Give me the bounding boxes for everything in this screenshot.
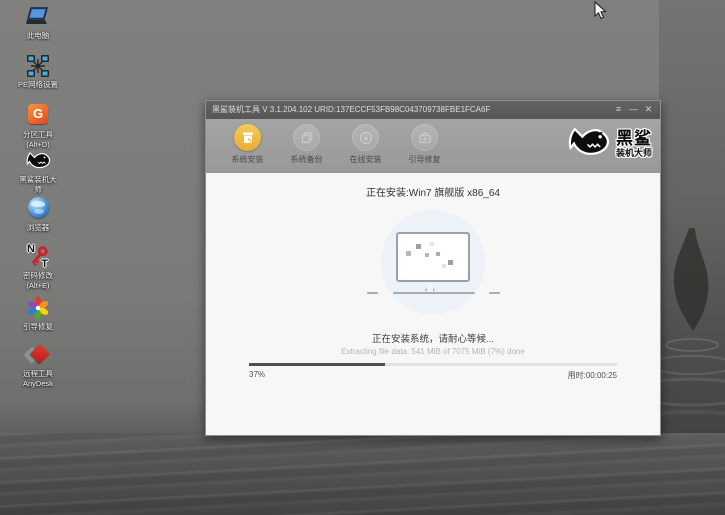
toolbar-button-system-backup[interactable]: 系统备份	[277, 124, 336, 165]
mouse-cursor	[594, 1, 607, 26]
browser-globe-icon	[26, 197, 50, 221]
icon-label: 分区工具	[4, 130, 72, 140]
toolbar-button-online-install[interactable]: 在线安装	[336, 124, 395, 165]
logo-subtitle: 装机大师	[616, 148, 652, 159]
shark-logo-icon	[568, 122, 612, 165]
elapsed-time: 用时:00:00:25	[568, 370, 617, 381]
logo-title: 黑鲨	[616, 129, 652, 148]
icon-label: 引导修复	[4, 322, 72, 332]
desktop-icon-anydesk[interactable]: 远程工具 AnyDesk	[4, 343, 72, 389]
icon-label-line2: (Alt+E)	[4, 281, 72, 291]
installer-window: 黑鲨装机工具 V 3.1.204.102 URID:137ECCF53FB98C…	[205, 100, 661, 436]
desktop-icon-this-pc[interactable]: 此电脑	[4, 5, 72, 41]
toolbar-label: 系统安装	[218, 154, 277, 165]
progress-percent: 37%	[249, 370, 265, 379]
this-pc-icon	[26, 5, 50, 29]
icon-label-line2: AnyDesk	[4, 379, 72, 389]
desktop-icon-partition-tool[interactable]: G 分区工具 (Alt+D)	[4, 102, 72, 150]
anydesk-icon	[26, 343, 50, 367]
monitor-graphic	[396, 232, 470, 282]
system-install-icon	[234, 124, 261, 151]
shark-icon	[26, 149, 50, 173]
wallpaper-water-ripples	[0, 433, 725, 515]
window-titlebar[interactable]: 黑鲨装机工具 V 3.1.204.102 URID:137ECCF53FB98C…	[206, 101, 660, 119]
pinwheel-icon	[26, 296, 50, 320]
desktop-icon-password-edit[interactable]: N T 密码修改 (Alt+E)	[4, 245, 72, 291]
status-text: 正在安装系统，请耐心等候...	[206, 331, 660, 345]
system-backup-icon	[293, 124, 320, 151]
install-panel: 正在安装:Win7 旗舰版 x86_64 正在安装系统，请耐心等候...	[206, 173, 660, 434]
diskgenius-icon: G	[26, 104, 50, 128]
icon-label: 此电脑	[4, 31, 72, 41]
close-icon[interactable]: ✕	[641, 101, 656, 119]
pe-network-icon	[26, 54, 50, 78]
icon-label-line2: 师	[4, 185, 72, 195]
menu-icon[interactable]: ≡	[611, 101, 626, 119]
window-title: 黑鲨装机工具 V 3.1.204.102 URID:137ECCF53FB98C…	[212, 105, 490, 114]
desktop-icon-heisha-installer[interactable]: 黑鲨装机大 师	[4, 149, 72, 195]
toolbar-button-system-install[interactable]: 系统安装	[218, 124, 277, 165]
installing-title: 正在安装:Win7 旗舰版 x86_64	[206, 184, 660, 199]
toolbar: 系统安装 系统备份 在线安装	[206, 119, 660, 173]
monitor-illustration	[353, 210, 513, 322]
icon-label: 黑鲨装机大	[4, 175, 72, 185]
icon-label: 密码修改	[4, 271, 72, 281]
nt-password-key-icon: N T	[26, 245, 50, 269]
desktop-icon-boot-repair[interactable]: 引导修复	[4, 296, 72, 332]
toolbar-label: 引导修复	[395, 154, 454, 165]
icon-label: 远程工具	[4, 369, 72, 379]
progress-fill	[249, 363, 385, 366]
online-install-icon	[352, 124, 379, 151]
toolbar-label: 系统备份	[277, 154, 336, 165]
desktop-icon-pe-network[interactable]: PE网络设置	[4, 54, 72, 90]
minimize-icon[interactable]: —	[626, 101, 641, 119]
desktop: 此电脑 PE网络设置 G 分区工具 (Alt+D)	[0, 0, 725, 515]
desktop-icon-browser[interactable]: 浏览器	[4, 195, 72, 233]
icon-label: 浏览器	[4, 223, 72, 233]
extract-detail-text: Extracting file data: 541 MiB of 7075 Mi…	[206, 347, 660, 356]
toolbar-label: 在线安装	[336, 154, 395, 165]
brand-logo: 黑鲨 装机大师	[568, 122, 652, 165]
boot-repair-icon	[411, 124, 438, 151]
toolbar-button-boot-repair[interactable]: 引导修复	[395, 124, 454, 165]
icon-label: PE网络设置	[4, 80, 72, 90]
progress-bar	[249, 363, 617, 366]
